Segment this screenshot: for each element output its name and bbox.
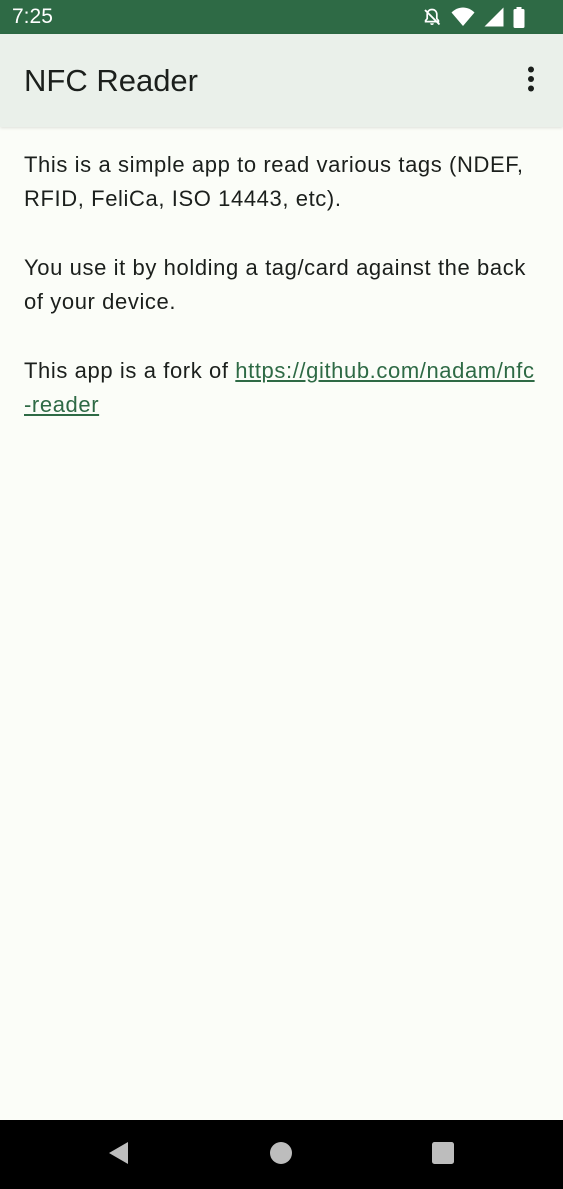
description-paragraph: This is a simple app to read various tag… <box>24 152 524 211</box>
usage-paragraph: You use it by holding a tag/card against… <box>24 255 526 314</box>
app-bar: NFC Reader <box>0 34 563 127</box>
status-icons <box>422 6 525 28</box>
app-title: NFC Reader <box>24 63 198 98</box>
more-vert-icon <box>527 66 535 97</box>
nav-home-button[interactable] <box>266 1140 296 1170</box>
recents-icon <box>431 1141 455 1170</box>
home-icon <box>269 1141 293 1170</box>
navigation-bar <box>0 1120 563 1189</box>
back-icon <box>107 1141 129 1170</box>
cell-signal-icon <box>484 7 504 27</box>
screen: 7:25 NFC Reader This is a simple app to … <box>0 0 563 1189</box>
nav-recents-button[interactable] <box>428 1140 458 1170</box>
fork-text: This app is a fork of <box>24 358 236 383</box>
battery-icon <box>513 6 525 28</box>
overflow-menu-button[interactable] <box>511 58 551 104</box>
status-time: 7:25 <box>12 5 53 28</box>
fork-paragraph: This app is a fork of https://github.com… <box>24 354 539 422</box>
nav-back-button[interactable] <box>103 1140 133 1170</box>
status-bar: 7:25 <box>0 0 563 34</box>
wifi-icon <box>451 7 475 27</box>
notifications-off-icon <box>422 7 442 27</box>
about-content: This is a simple app to read various tag… <box>24 148 539 457</box>
